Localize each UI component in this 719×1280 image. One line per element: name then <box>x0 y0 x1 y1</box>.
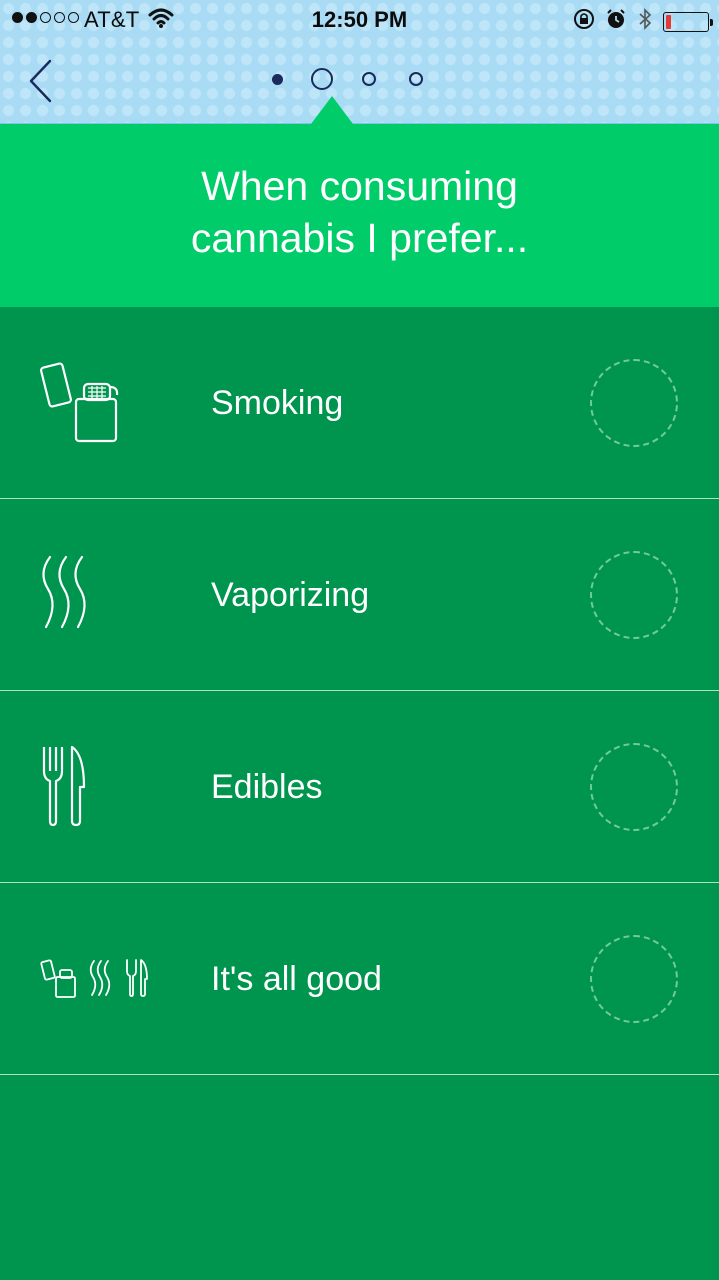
option-edibles[interactable]: Edibles <box>0 691 719 883</box>
alarm-icon <box>605 8 627 36</box>
fork-knife-icon <box>36 741 126 836</box>
lighter-icon <box>36 357 126 452</box>
option-radio[interactable] <box>590 359 678 447</box>
option-vaporizing[interactable]: Vaporizing <box>0 499 719 691</box>
step-dot-upcoming <box>409 72 423 86</box>
top-header: AT&T 12:50 PM <box>0 0 719 124</box>
question-banner: When consuming cannabis I prefer... <box>0 124 719 307</box>
status-right-group <box>573 7 713 37</box>
option-radio[interactable] <box>590 743 678 831</box>
option-label: Vaporizing <box>211 576 370 614</box>
status-bar: AT&T 12:50 PM <box>0 0 719 40</box>
battery-level <box>666 15 671 29</box>
option-label: Smoking <box>211 384 344 422</box>
question-title: When consuming cannabis I prefer... <box>190 162 529 261</box>
option-label: It's all good <box>211 960 382 998</box>
vapor-waves-icon <box>36 549 126 644</box>
empty-list-area <box>0 1075 719 1280</box>
back-button[interactable] <box>26 58 56 104</box>
step-dot-completed <box>272 73 283 85</box>
battery-icon <box>663 12 713 32</box>
all-methods-icon <box>40 957 152 1004</box>
current-step-pointer <box>311 96 353 124</box>
option-smoking[interactable]: Smoking <box>0 307 719 499</box>
step-indicator <box>272 68 423 90</box>
bluetooth-icon <box>637 7 653 37</box>
rotation-lock-icon <box>573 8 595 36</box>
option-label: Edibles <box>211 768 323 806</box>
option-radio[interactable] <box>590 935 678 1023</box>
chevron-left-icon <box>29 59 52 103</box>
option-all-good[interactable]: It's all good <box>0 883 719 1075</box>
step-dot-current <box>311 68 333 90</box>
step-dot-upcoming <box>362 72 376 86</box>
option-radio[interactable] <box>590 551 678 639</box>
